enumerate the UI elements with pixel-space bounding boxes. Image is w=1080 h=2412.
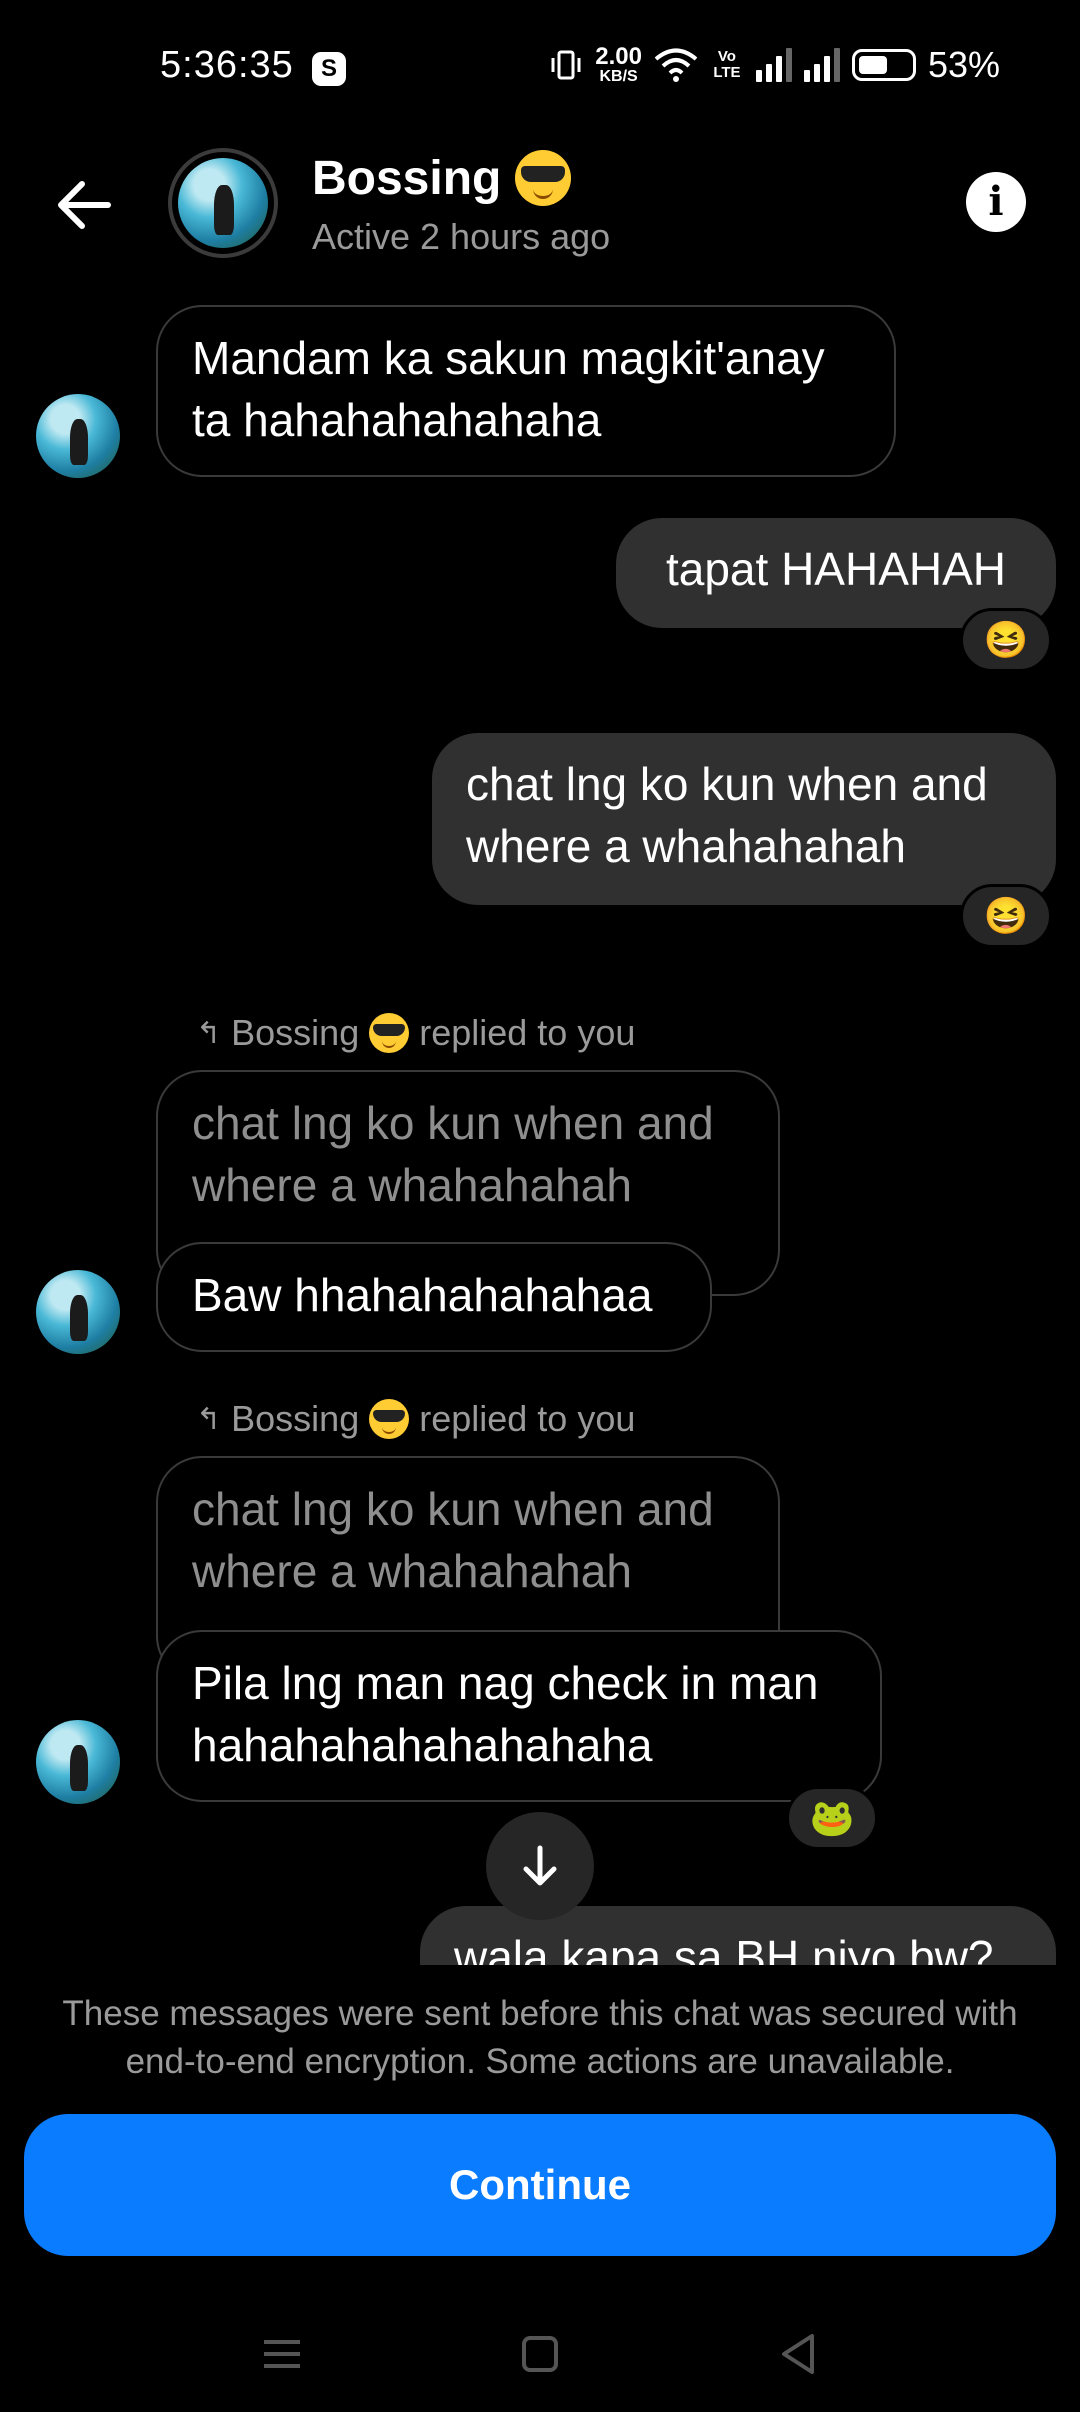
contact-status: Active 2 hours ago	[312, 216, 611, 257]
sender-avatar[interactable]	[36, 394, 120, 478]
incoming-message[interactable]: Pila lng man nag check in man hahahahaha…	[156, 1630, 882, 1802]
vibrate-icon	[551, 50, 581, 80]
reaction-emoji[interactable]: 😆	[960, 608, 1052, 672]
sunglasses-emoji-icon	[515, 150, 572, 206]
sunglasses-emoji-icon	[369, 1013, 410, 1053]
back-arrow-icon[interactable]	[50, 170, 120, 240]
signal-icon	[755, 48, 792, 82]
incoming-message[interactable]: Mandam ka sakun magkit'anay ta hahahahah…	[156, 305, 896, 477]
outgoing-message[interactable]: chat lng ko kun when and where a whahaha…	[432, 733, 1056, 905]
network-speed: 2.00 KB/S	[595, 43, 642, 85]
status-indicators: 2.00 KB/S Vo LTE 53%	[549, 44, 1000, 86]
scroll-to-bottom-button[interactable]	[486, 1812, 594, 1920]
info-icon[interactable]: i	[966, 172, 1026, 232]
home-icon[interactable]	[510, 2324, 570, 2384]
outgoing-message[interactable]: wala kapa sa BH niyo bw?	[420, 1906, 1056, 1965]
reaction-emoji[interactable]: 🐸	[786, 1786, 878, 1850]
volte-indicator: Vo LTE	[713, 48, 741, 81]
contact-avatar[interactable]	[168, 148, 278, 258]
status-time: 5:36:35	[160, 44, 294, 86]
system-nav-bar	[0, 2300, 1080, 2412]
encryption-notice: These messages were sent before this cha…	[62, 1994, 1018, 2081]
incoming-message[interactable]: Baw hhahahahahahaa	[156, 1242, 712, 1352]
message-list[interactable]: Mandam ka sakun magkit'anay ta hahahahah…	[0, 300, 1080, 1965]
contact-name[interactable]: Bossing	[312, 150, 572, 206]
chat-header: Bossing Active 2 hours ago i	[0, 140, 1080, 300]
wifi-icon	[654, 48, 698, 82]
reaction-emoji[interactable]: 😆	[960, 884, 1052, 948]
continue-button[interactable]: Continue	[24, 2114, 1056, 2256]
menu-icon[interactable]	[252, 2324, 312, 2384]
sender-avatar[interactable]	[36, 1270, 120, 1354]
reply-indicator: ↰ Bossing replied to you	[196, 1398, 636, 1439]
arrow-down-icon	[523, 1845, 557, 1886]
app-notification-icon: S	[312, 52, 346, 86]
reply-arrow-icon: ↰	[196, 1016, 222, 1050]
battery-percent: 53%	[927, 44, 1000, 85]
signal-icon-2	[803, 48, 840, 82]
reply-arrow-icon: ↰	[196, 1402, 222, 1436]
sender-avatar[interactable]	[36, 1720, 120, 1804]
status-bar: 5:36:35 S 2.00 KB/S Vo LTE 53%	[0, 0, 1080, 140]
reply-indicator: ↰ Bossing replied to you	[196, 1012, 636, 1053]
back-triangle-icon[interactable]	[768, 2324, 828, 2384]
battery-icon	[851, 49, 916, 81]
sunglasses-emoji-icon	[369, 1399, 410, 1439]
